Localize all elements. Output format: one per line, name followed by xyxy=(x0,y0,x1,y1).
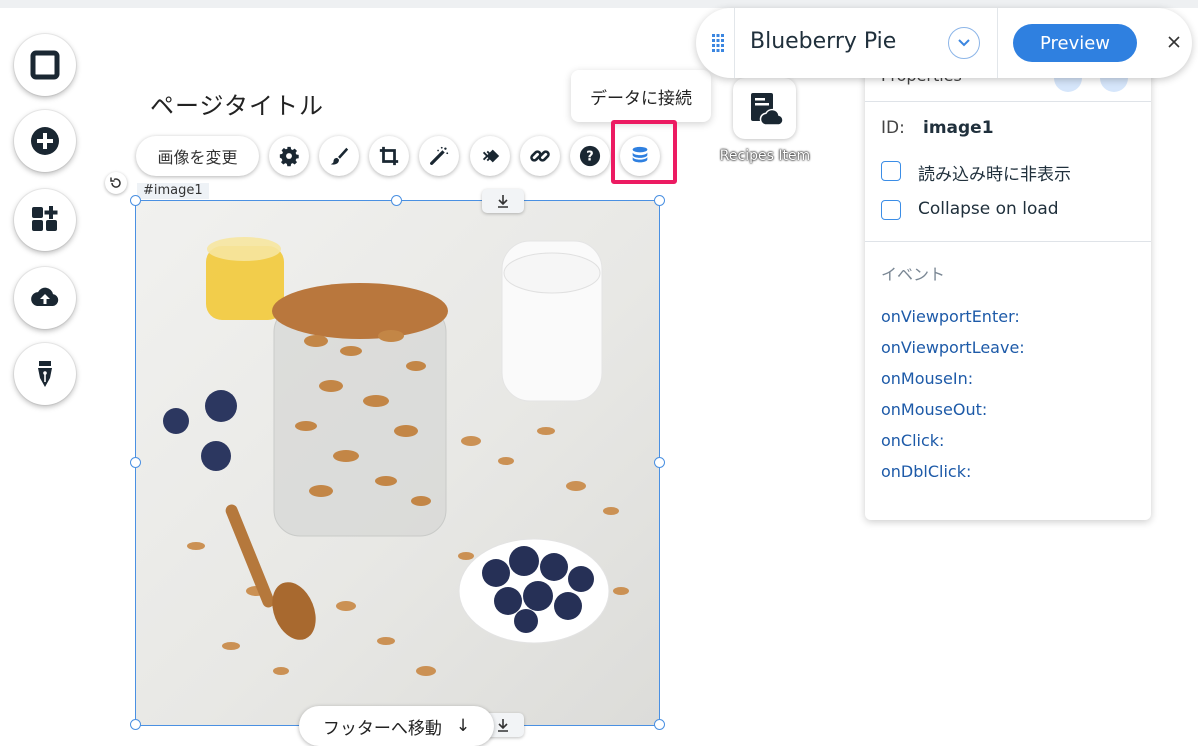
connect-data-tooltip: データに接続 xyxy=(571,70,711,122)
page-title: ページタイトル xyxy=(150,92,325,120)
event-on-mouse-in[interactable]: onMouseIn: xyxy=(881,369,973,388)
recipes-item-button[interactable] xyxy=(733,78,796,139)
animation-icon xyxy=(482,149,500,163)
resize-handle-left[interactable] xyxy=(130,457,141,468)
rotate-handle[interactable] xyxy=(105,172,127,194)
page-dropdown-button[interactable] xyxy=(948,27,980,59)
crop-icon xyxy=(379,146,399,166)
settings-icon xyxy=(279,146,299,167)
link-icon xyxy=(530,150,550,162)
event-on-viewport-enter[interactable]: onViewportEnter: xyxy=(881,307,1020,326)
event-on-click[interactable]: onClick: xyxy=(881,431,944,450)
chevron-down-icon xyxy=(958,39,970,47)
collapse-on-load-label: Collapse on load xyxy=(918,199,1059,219)
resize-handle-bottom-left[interactable] xyxy=(130,719,141,730)
square-icon xyxy=(30,50,60,80)
settings-button[interactable] xyxy=(269,136,309,176)
blueberries-illustration xyxy=(163,390,237,471)
svg-text:?: ? xyxy=(586,150,593,165)
separator xyxy=(997,8,998,78)
document-icon xyxy=(750,92,784,126)
event-on-viewport-leave[interactable]: onViewportLeave: xyxy=(881,338,1025,357)
download-arrow-icon xyxy=(498,719,508,732)
hidden-on-load-checkbox[interactable] xyxy=(881,161,901,181)
link-button[interactable] xyxy=(520,136,560,176)
page-topbar: Blueberry Pie Preview xyxy=(696,8,1192,78)
id-key: ID: xyxy=(881,118,905,138)
drag-handle-icon[interactable] xyxy=(712,34,724,56)
resize-handle-bottom-right[interactable] xyxy=(654,719,665,730)
recipes-item-label: Recipes Item xyxy=(719,148,811,164)
event-on-dbl-click[interactable]: onDblClick: xyxy=(881,462,971,481)
resize-handle-top-left[interactable] xyxy=(130,195,141,206)
resize-handle-top-right[interactable] xyxy=(654,195,665,206)
element-id-label: #image1 xyxy=(137,183,209,199)
milk-jar-illustration xyxy=(501,240,603,402)
add-section-button[interactable] xyxy=(14,34,76,96)
crop-button[interactable] xyxy=(369,136,409,176)
events-title: イベント xyxy=(881,265,946,284)
download-arrow-icon xyxy=(498,195,508,208)
honey-jar-illustration xyxy=(206,237,284,320)
connect-data-highlight xyxy=(611,120,677,184)
anchor-button-top[interactable] xyxy=(482,189,524,213)
close-icon[interactable] xyxy=(1164,32,1184,52)
magic-wand-icon xyxy=(430,146,449,165)
page-name: Blueberry Pie xyxy=(750,29,897,54)
preview-button[interactable]: Preview xyxy=(1013,24,1137,62)
granola-image[interactable] xyxy=(136,201,659,725)
hidden-on-load-label: 読み込み時に非表示 xyxy=(918,165,1071,185)
add-apps-button[interactable] xyxy=(14,189,76,251)
arrow-down-icon: ↓ xyxy=(455,716,471,736)
help-icon: ? xyxy=(579,145,601,167)
add-element-button[interactable] xyxy=(14,110,76,172)
blueberry-bowl-illustration xyxy=(458,538,610,644)
pen-nib-icon xyxy=(38,361,52,387)
blog-button[interactable] xyxy=(14,343,76,405)
rotate-icon xyxy=(110,177,121,188)
top-strip xyxy=(0,0,1198,8)
divider xyxy=(865,101,1151,102)
design-button[interactable] xyxy=(319,136,359,176)
change-image-button[interactable]: 画像を変更 xyxy=(136,136,259,176)
properties-panel: Properties ID: image1 読み込み時に非表示 Collapse… xyxy=(865,52,1151,520)
food-photo xyxy=(163,237,629,676)
cloud-upload-icon xyxy=(31,287,59,306)
move-to-footer-button[interactable]: フッターへ移動 ↓ xyxy=(299,706,494,746)
animation-button[interactable] xyxy=(470,136,510,176)
divider xyxy=(865,241,1151,242)
resize-handle-top[interactable] xyxy=(391,195,402,206)
move-to-footer-label: フッターへ移動 xyxy=(322,718,442,739)
brush-icon xyxy=(330,147,349,165)
help-button[interactable]: ? xyxy=(570,136,610,176)
apps-grid-icon xyxy=(32,206,58,231)
plus-circle-icon xyxy=(31,127,59,155)
enhance-button[interactable] xyxy=(419,136,459,176)
resize-handle-right[interactable] xyxy=(654,457,665,468)
granola-jar-illustration xyxy=(272,283,448,537)
event-on-mouse-out[interactable]: onMouseOut: xyxy=(881,400,987,419)
id-value[interactable]: image1 xyxy=(923,118,994,138)
separator xyxy=(734,8,735,78)
upload-button[interactable] xyxy=(14,267,76,329)
collapse-on-load-checkbox[interactable] xyxy=(881,200,901,220)
